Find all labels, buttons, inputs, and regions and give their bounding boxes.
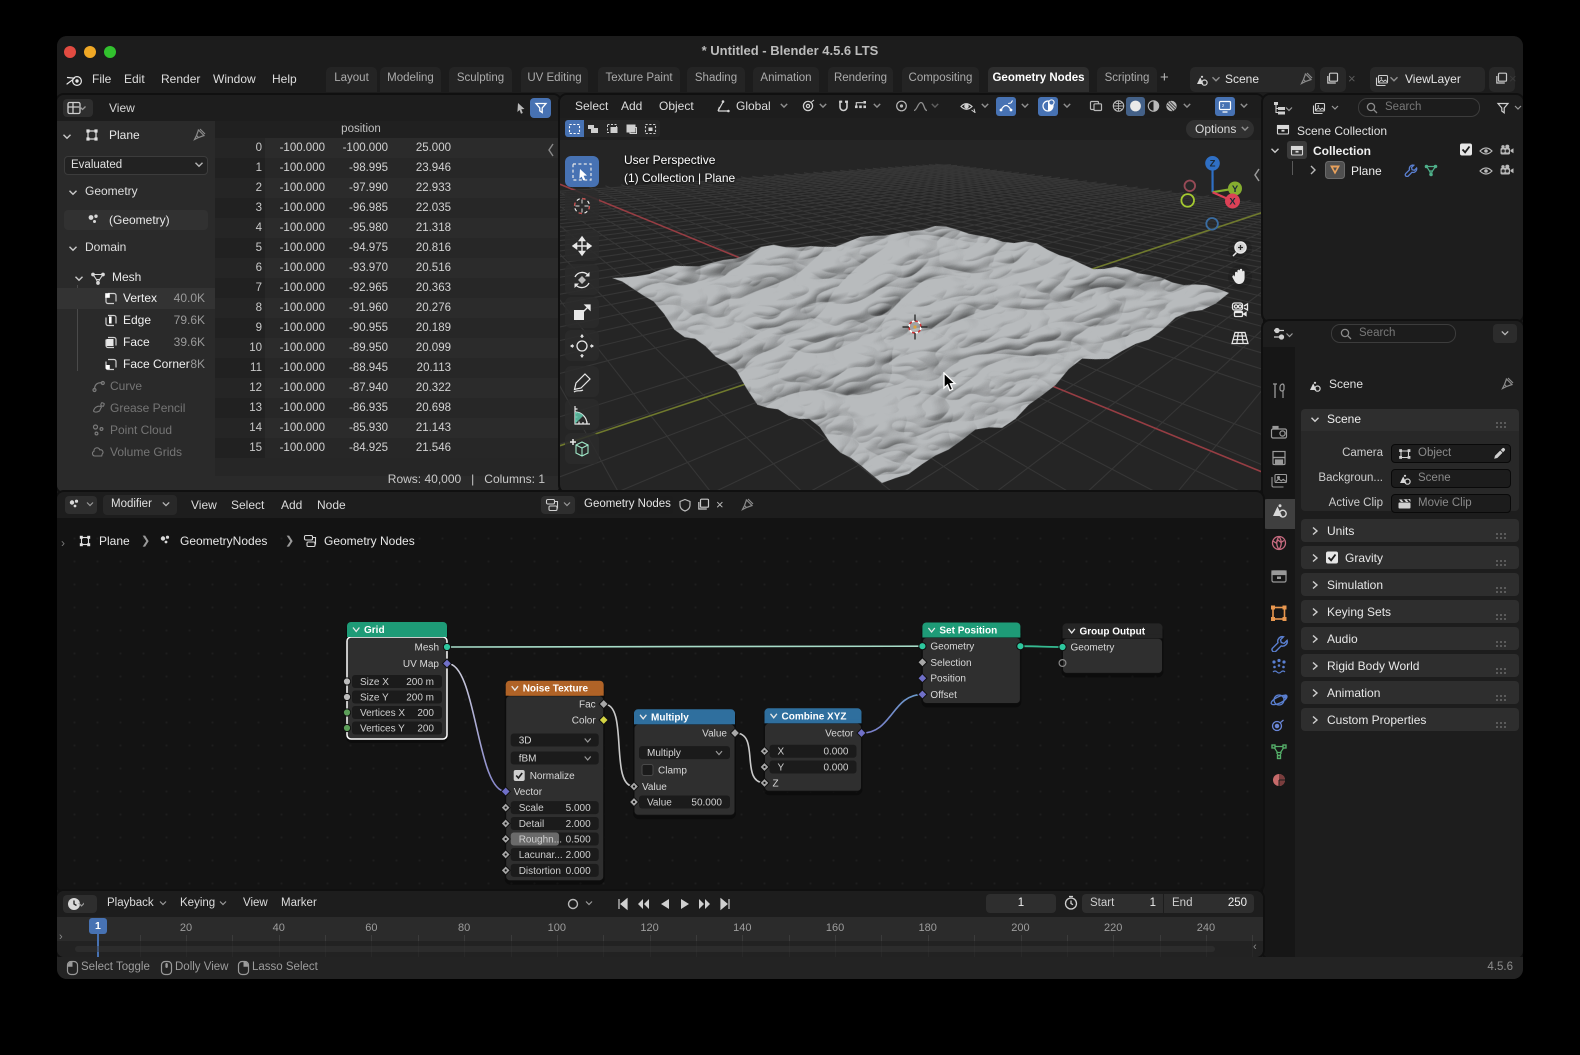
svg-text:0.500: 0.500 bbox=[566, 835, 591, 846]
svg-text:Normalize: Normalize bbox=[530, 771, 575, 782]
svg-text:Y: Y bbox=[778, 763, 785, 774]
svg-text:Fac: Fac bbox=[579, 700, 596, 711]
svg-text:Z: Z bbox=[1210, 159, 1216, 170]
svg-text:Value: Value bbox=[702, 729, 727, 740]
svg-text:Z: Z bbox=[773, 778, 779, 789]
svg-text:Vertices X: Vertices X bbox=[360, 708, 405, 719]
svg-text:Noise Texture: Noise Texture bbox=[523, 684, 589, 695]
svg-text:Detail: Detail bbox=[519, 819, 545, 830]
svg-text:Mesh: Mesh bbox=[415, 643, 439, 654]
svg-text:Multiply: Multiply bbox=[647, 748, 681, 759]
svg-text:Roughn...: Roughn... bbox=[519, 835, 562, 846]
svg-text:X: X bbox=[1229, 196, 1236, 207]
svg-text:200 m: 200 m bbox=[406, 693, 434, 704]
svg-text:Vertices Y: Vertices Y bbox=[360, 724, 405, 735]
svg-text:Lacunar...: Lacunar... bbox=[519, 850, 563, 861]
svg-text:Color: Color bbox=[572, 716, 597, 727]
svg-text:Distortion: Distortion bbox=[519, 866, 561, 877]
svg-text:0.000: 0.000 bbox=[566, 866, 591, 877]
svg-text:Selection: Selection bbox=[930, 658, 971, 669]
svg-text:2.000: 2.000 bbox=[566, 850, 591, 861]
svg-text:Value: Value bbox=[647, 798, 672, 809]
svg-text:UV Map: UV Map bbox=[403, 659, 440, 670]
svg-text:Clamp: Clamp bbox=[658, 766, 687, 777]
svg-text:X: X bbox=[778, 747, 785, 758]
svg-text:50.000: 50.000 bbox=[691, 798, 722, 809]
svg-text:Size X: Size X bbox=[360, 677, 389, 688]
svg-text:5.000: 5.000 bbox=[566, 803, 591, 814]
svg-text:Geometry: Geometry bbox=[1071, 643, 1115, 654]
svg-text:Vector: Vector bbox=[825, 729, 854, 740]
svg-text:Grid: Grid bbox=[364, 625, 385, 636]
svg-text:0.000: 0.000 bbox=[823, 747, 848, 758]
svg-text:Combine XYZ: Combine XYZ bbox=[782, 711, 847, 722]
svg-text:Group Output: Group Output bbox=[1080, 626, 1146, 637]
svg-text:200: 200 bbox=[417, 724, 434, 735]
svg-text:200: 200 bbox=[417, 708, 434, 719]
svg-text:3D: 3D bbox=[519, 736, 532, 747]
svg-text:Offset: Offset bbox=[930, 690, 957, 701]
svg-text:2.000: 2.000 bbox=[566, 819, 591, 830]
svg-text:Position: Position bbox=[930, 674, 966, 685]
svg-text:Geometry: Geometry bbox=[930, 642, 974, 653]
svg-text:0.000: 0.000 bbox=[823, 763, 848, 774]
svg-text:Value: Value bbox=[642, 782, 667, 793]
svg-text:Vector: Vector bbox=[514, 787, 543, 798]
svg-text:Multiply: Multiply bbox=[651, 712, 689, 723]
svg-text:Scale: Scale bbox=[519, 803, 544, 814]
svg-text:Y: Y bbox=[1232, 184, 1239, 195]
svg-text:Size Y: Size Y bbox=[360, 693, 389, 704]
svg-text:fBM: fBM bbox=[519, 754, 537, 765]
svg-text:Set Position: Set Position bbox=[939, 626, 997, 637]
svg-text:200 m: 200 m bbox=[406, 677, 434, 688]
